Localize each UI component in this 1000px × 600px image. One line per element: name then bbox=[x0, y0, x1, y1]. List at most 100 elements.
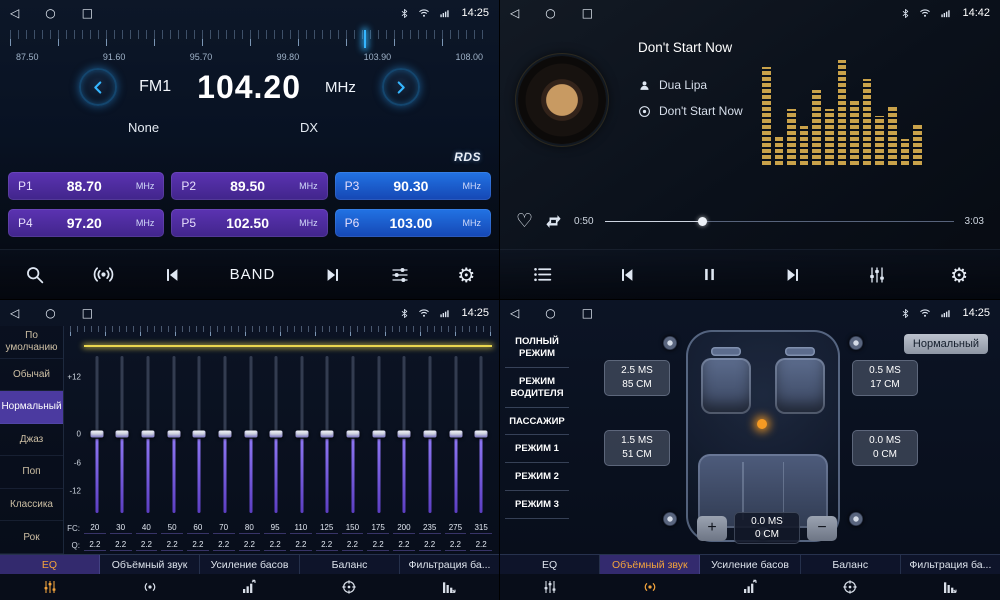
settings-icon[interactable]: ⚙ bbox=[457, 265, 475, 285]
tab-filter[interactable]: Фильтрация ба... bbox=[400, 555, 499, 574]
eq-slider-handle[interactable] bbox=[321, 431, 334, 438]
tab-eq-faders[interactable]: EQ bbox=[500, 555, 600, 574]
surround-mode-6[interactable]: РЕЖИМ 3 bbox=[505, 491, 569, 519]
audio-sliders-button[interactable] bbox=[390, 265, 410, 285]
nav-back-icon[interactable]: ◁ bbox=[10, 7, 19, 19]
sound-profile-button[interactable]: Нормальный bbox=[904, 334, 988, 354]
eq-band-slider[interactable] bbox=[238, 340, 264, 518]
eq-band-slider[interactable] bbox=[212, 340, 238, 518]
surround-sound-icon[interactable] bbox=[100, 579, 200, 595]
tuning-ruler[interactable] bbox=[10, 30, 489, 50]
nav-recents-icon[interactable]: □ bbox=[582, 307, 593, 319]
eq-slider-handle[interactable] bbox=[423, 431, 436, 438]
decrease-delay-button[interactable]: − bbox=[807, 516, 837, 541]
preset-button-p4[interactable]: P497.20MHz bbox=[8, 209, 164, 237]
eq-slider-handle[interactable] bbox=[398, 431, 411, 438]
eq-slider-handle[interactable] bbox=[475, 431, 488, 438]
eq-band-slider[interactable] bbox=[187, 340, 213, 518]
tab-bass-boost[interactable]: Усиление басов bbox=[700, 555, 800, 574]
eq-band-slider[interactable] bbox=[417, 340, 443, 518]
preset-button-p5[interactable]: P5102.50MHz bbox=[171, 209, 327, 237]
tune-down-button[interactable] bbox=[79, 68, 117, 106]
preset-button-p2[interactable]: P289.50MHz bbox=[171, 172, 327, 200]
rear-right-speaker-icon[interactable] bbox=[849, 512, 863, 526]
front-right-delay-box[interactable]: 0.5 MS 17 CM bbox=[852, 360, 918, 396]
eq-band-slider[interactable] bbox=[468, 340, 494, 518]
seek-previous-button[interactable] bbox=[162, 265, 182, 285]
eq-band-slider[interactable] bbox=[340, 340, 366, 518]
front-left-delay-box[interactable]: 2.5 MS 85 CM bbox=[604, 360, 670, 396]
eq-preset-item[interactable]: Обычай bbox=[0, 359, 63, 392]
nav-back-icon[interactable]: ◁ bbox=[10, 307, 19, 319]
seek-next-button[interactable] bbox=[323, 265, 343, 285]
surround-mode-1[interactable]: ПОЛНЫЙ РЕЖИМ bbox=[505, 328, 569, 368]
preset-button-p1[interactable]: P188.70MHz bbox=[8, 172, 164, 200]
tab-balance[interactable]: Баланс bbox=[300, 555, 400, 574]
eq-slider-handle[interactable] bbox=[347, 431, 360, 438]
eq-slider-handle[interactable] bbox=[270, 431, 283, 438]
eq-slider-handle[interactable] bbox=[449, 431, 462, 438]
eq-faders-icon[interactable] bbox=[0, 579, 100, 595]
surround-mode-4[interactable]: РЕЖИМ 1 bbox=[505, 435, 569, 463]
band-button[interactable]: BAND bbox=[230, 266, 276, 283]
rear-left-delay-box[interactable]: 1.5 MS 51 CM bbox=[604, 430, 670, 466]
eq-preset-item[interactable]: Нормальный bbox=[0, 391, 63, 424]
tab-balance[interactable]: Баланс bbox=[801, 555, 901, 574]
tab-surround-sound[interactable]: Объёмный звук bbox=[100, 555, 200, 574]
progress-knob[interactable] bbox=[698, 217, 707, 226]
previous-track-button[interactable] bbox=[617, 265, 637, 285]
listening-position-marker[interactable] bbox=[757, 419, 767, 429]
increase-delay-button[interactable]: + bbox=[697, 516, 727, 541]
tab-surround-sound[interactable]: Объёмный звук bbox=[600, 555, 700, 574]
filter-icon[interactable] bbox=[399, 579, 499, 595]
eq-band-slider[interactable] bbox=[289, 340, 315, 518]
eq-slider-handle[interactable] bbox=[142, 431, 155, 438]
eq-slider-handle[interactable] bbox=[90, 431, 103, 438]
eq-preset-item[interactable]: По умолчанию bbox=[0, 326, 63, 359]
next-track-button[interactable] bbox=[783, 265, 803, 285]
rear-right-delay-box[interactable]: 0.0 MS 0 CM bbox=[852, 430, 918, 466]
settings-icon[interactable]: ⚙ bbox=[950, 265, 968, 285]
scan-search-button[interactable] bbox=[24, 264, 45, 285]
nav-recents-icon[interactable]: □ bbox=[582, 7, 593, 19]
nav-recents-icon[interactable]: □ bbox=[82, 307, 93, 319]
eq-slider-handle[interactable] bbox=[167, 431, 180, 438]
eq-slider-handle[interactable] bbox=[372, 431, 385, 438]
surround-mode-3[interactable]: ПАССАЖИР bbox=[505, 408, 569, 436]
tab-eq-faders[interactable]: EQ bbox=[0, 555, 100, 574]
eq-band-slider[interactable] bbox=[135, 340, 161, 518]
eq-preset-item[interactable]: Классика bbox=[0, 489, 63, 522]
eq-faders-icon[interactable] bbox=[500, 579, 600, 595]
surround-mode-2[interactable]: РЕЖИМ ВОДИТЕЛЯ bbox=[505, 368, 569, 408]
eq-preset-item[interactable]: Рок bbox=[0, 521, 63, 554]
nav-home-icon[interactable]: ○ bbox=[45, 307, 55, 319]
front-right-speaker-icon[interactable] bbox=[849, 336, 863, 350]
filter-icon[interactable] bbox=[900, 579, 1000, 595]
nav-back-icon[interactable]: ◁ bbox=[510, 307, 519, 319]
eq-band-slider[interactable] bbox=[84, 340, 110, 518]
eq-band-slider[interactable] bbox=[366, 340, 392, 518]
eq-band-slider[interactable] bbox=[161, 340, 187, 518]
surround-mode-5[interactable]: РЕЖИМ 2 bbox=[505, 463, 569, 491]
broadcast-button[interactable] bbox=[92, 263, 115, 286]
eq-slider-handle[interactable] bbox=[193, 431, 206, 438]
nav-recents-icon[interactable]: □ bbox=[82, 7, 93, 19]
nav-back-icon[interactable]: ◁ bbox=[510, 7, 519, 19]
tab-filter[interactable]: Фильтрация ба... bbox=[901, 555, 1000, 574]
balance-icon[interactable] bbox=[800, 579, 900, 595]
nav-home-icon[interactable]: ○ bbox=[45, 7, 55, 19]
favorite-icon[interactable]: ♡ bbox=[516, 212, 533, 231]
rear-left-speaker-icon[interactable] bbox=[663, 512, 677, 526]
repeat-icon[interactable] bbox=[544, 212, 563, 231]
bass-boost-icon[interactable] bbox=[700, 579, 800, 595]
progress-bar[interactable] bbox=[605, 215, 954, 227]
surround-sound-icon[interactable] bbox=[600, 579, 700, 595]
eq-band-slider[interactable] bbox=[443, 340, 469, 518]
bass-boost-icon[interactable] bbox=[200, 579, 300, 595]
preset-button-p3[interactable]: P390.30MHz bbox=[335, 172, 491, 200]
eq-band-slider[interactable] bbox=[263, 340, 289, 518]
eq-faders-button[interactable] bbox=[867, 265, 887, 285]
eq-slider-handle[interactable] bbox=[244, 431, 257, 438]
balance-icon[interactable] bbox=[299, 579, 399, 595]
eq-band-slider[interactable] bbox=[392, 340, 418, 518]
